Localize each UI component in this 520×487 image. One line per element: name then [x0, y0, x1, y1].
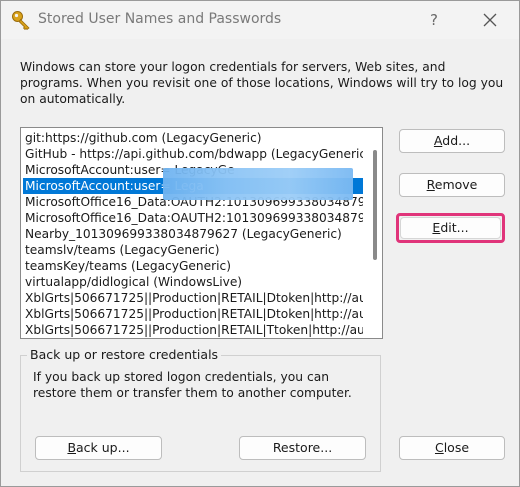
intro-description: Windows can store your logon credentials… — [20, 60, 504, 106]
backup-mnemonic: B — [67, 440, 77, 455]
restore-button[interactable]: Restore... — [239, 436, 366, 460]
credential-item[interactable]: teamsKey/teams (LegacyGeneric) — [23, 258, 363, 274]
credential-item[interactable]: Nearby_101309699338034879627 (LegacyGene… — [23, 226, 363, 242]
add-button[interactable]: Add... — [399, 129, 505, 153]
add-mnemonic: A — [433, 133, 443, 148]
credential-item[interactable]: XblGrts|506671725||Production|RETAIL|Tto… — [23, 322, 363, 338]
credential-item[interactable]: teamslv/teams (LegacyGeneric) — [23, 242, 363, 258]
backup-group-label: Back up or restore credentials — [27, 347, 222, 362]
add-label: dd... — [442, 133, 471, 148]
credential-item[interactable]: XblGrts|506671725||Production|RETAIL|Dto… — [23, 306, 363, 322]
edit-button[interactable]: Edit... — [400, 217, 501, 239]
credentials-dialog: Stored User Names and Passwords ? Window… — [0, 0, 520, 487]
remove-label: emove — [434, 177, 478, 192]
backup-button[interactable]: Back up... — [35, 436, 162, 460]
window-title: Stored User Names and Passwords — [38, 11, 282, 27]
close-icon[interactable] — [475, 5, 505, 35]
credential-item[interactable]: virtualapp/didlogical (WindowsLive) — [23, 274, 363, 290]
close-label: lose — [443, 440, 470, 455]
list-scrollbar[interactable] — [368, 128, 382, 338]
credentials-list[interactable]: git:https://github.com (LegacyGeneric) Gi… — [20, 127, 383, 339]
credentials-list-items: git:https://github.com (LegacyGeneric) Gi… — [23, 130, 363, 338]
scrollbar-thumb[interactable] — [373, 150, 377, 260]
credential-item[interactable]: git:https://github.com (LegacyGeneric) — [23, 130, 363, 146]
redacted-email-mask — [163, 168, 353, 200]
edit-label: dit... — [440, 220, 469, 235]
backup-group-description: If you back up stored logon credentials,… — [33, 370, 352, 400]
remove-button[interactable]: Remove — [399, 173, 505, 197]
close-button[interactable]: Close — [399, 436, 505, 460]
remove-mnemonic: R — [426, 177, 435, 192]
key-icon — [12, 11, 30, 30]
close-mnemonic: C — [434, 440, 444, 455]
title-bar[interactable]: Stored User Names and Passwords ? — [1, 1, 519, 39]
restore-label: Restore... — [272, 440, 333, 455]
credential-item[interactable]: XblGrts|506671725||Production|RETAIL|Dto… — [23, 290, 363, 306]
backup-label: ack up... — [76, 440, 130, 455]
credential-item[interactable]: MicrosoftOffice16_Data:OAUTH2:1013096993… — [23, 210, 363, 226]
help-button[interactable]: ? — [419, 5, 449, 35]
credential-item[interactable]: GitHub - https://api.github.com/bdwapp (… — [23, 146, 363, 162]
